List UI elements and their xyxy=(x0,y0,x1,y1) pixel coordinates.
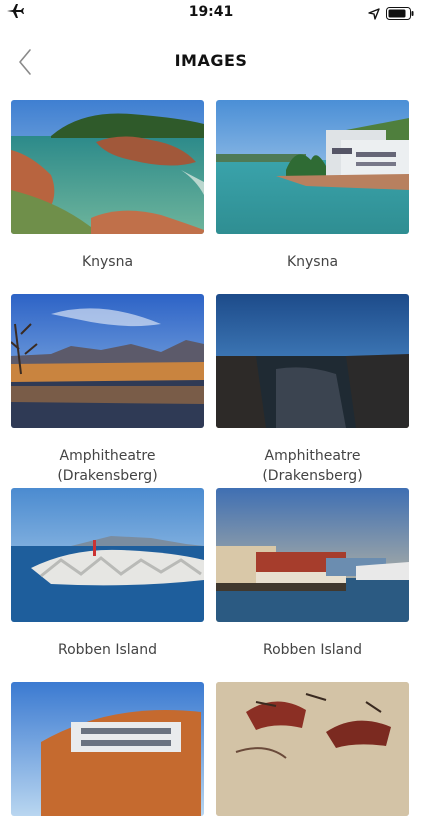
item-caption: Amphitheatre (Drakensberg) xyxy=(57,448,158,484)
gallery-item[interactable]: Knysna xyxy=(216,100,409,272)
item-caption: Robben Island xyxy=(262,642,363,658)
photo-thumbnail xyxy=(216,294,409,428)
photo-thumbnail xyxy=(11,100,204,234)
gallery-item[interactable]: Amphitheatre (Drakensberg) xyxy=(216,294,409,486)
gallery-item[interactable]: Amphitheatre (Drakensberg) xyxy=(11,294,204,486)
photo-thumbnail xyxy=(216,488,409,622)
gallery-item[interactable]: Robben Island xyxy=(216,488,409,660)
photo-thumbnail xyxy=(11,488,204,622)
item-caption: Amphitheatre (Drakensberg) xyxy=(262,448,363,484)
photo-thumbnail xyxy=(216,100,409,234)
photo-thumbnail xyxy=(11,294,204,428)
gallery-item[interactable] xyxy=(11,682,204,834)
photo-thumbnail xyxy=(216,682,409,816)
item-caption: Robben Island xyxy=(57,642,158,658)
page-title: IMAGES xyxy=(174,51,248,70)
status-time: 19:41 xyxy=(188,4,234,20)
gallery-item[interactable]: Knysna xyxy=(11,100,204,272)
gallery-item[interactable] xyxy=(216,682,409,834)
status-bar: 19:41 xyxy=(0,0,422,26)
item-caption: Knysna xyxy=(286,254,339,270)
gallery-item[interactable]: Robben Island xyxy=(11,488,204,660)
battery-icon xyxy=(386,5,414,24)
nav-bar: IMAGES xyxy=(0,30,422,90)
photo-thumbnail xyxy=(11,682,204,816)
item-caption: Knysna xyxy=(81,254,134,270)
location-arrow-icon xyxy=(368,5,380,24)
